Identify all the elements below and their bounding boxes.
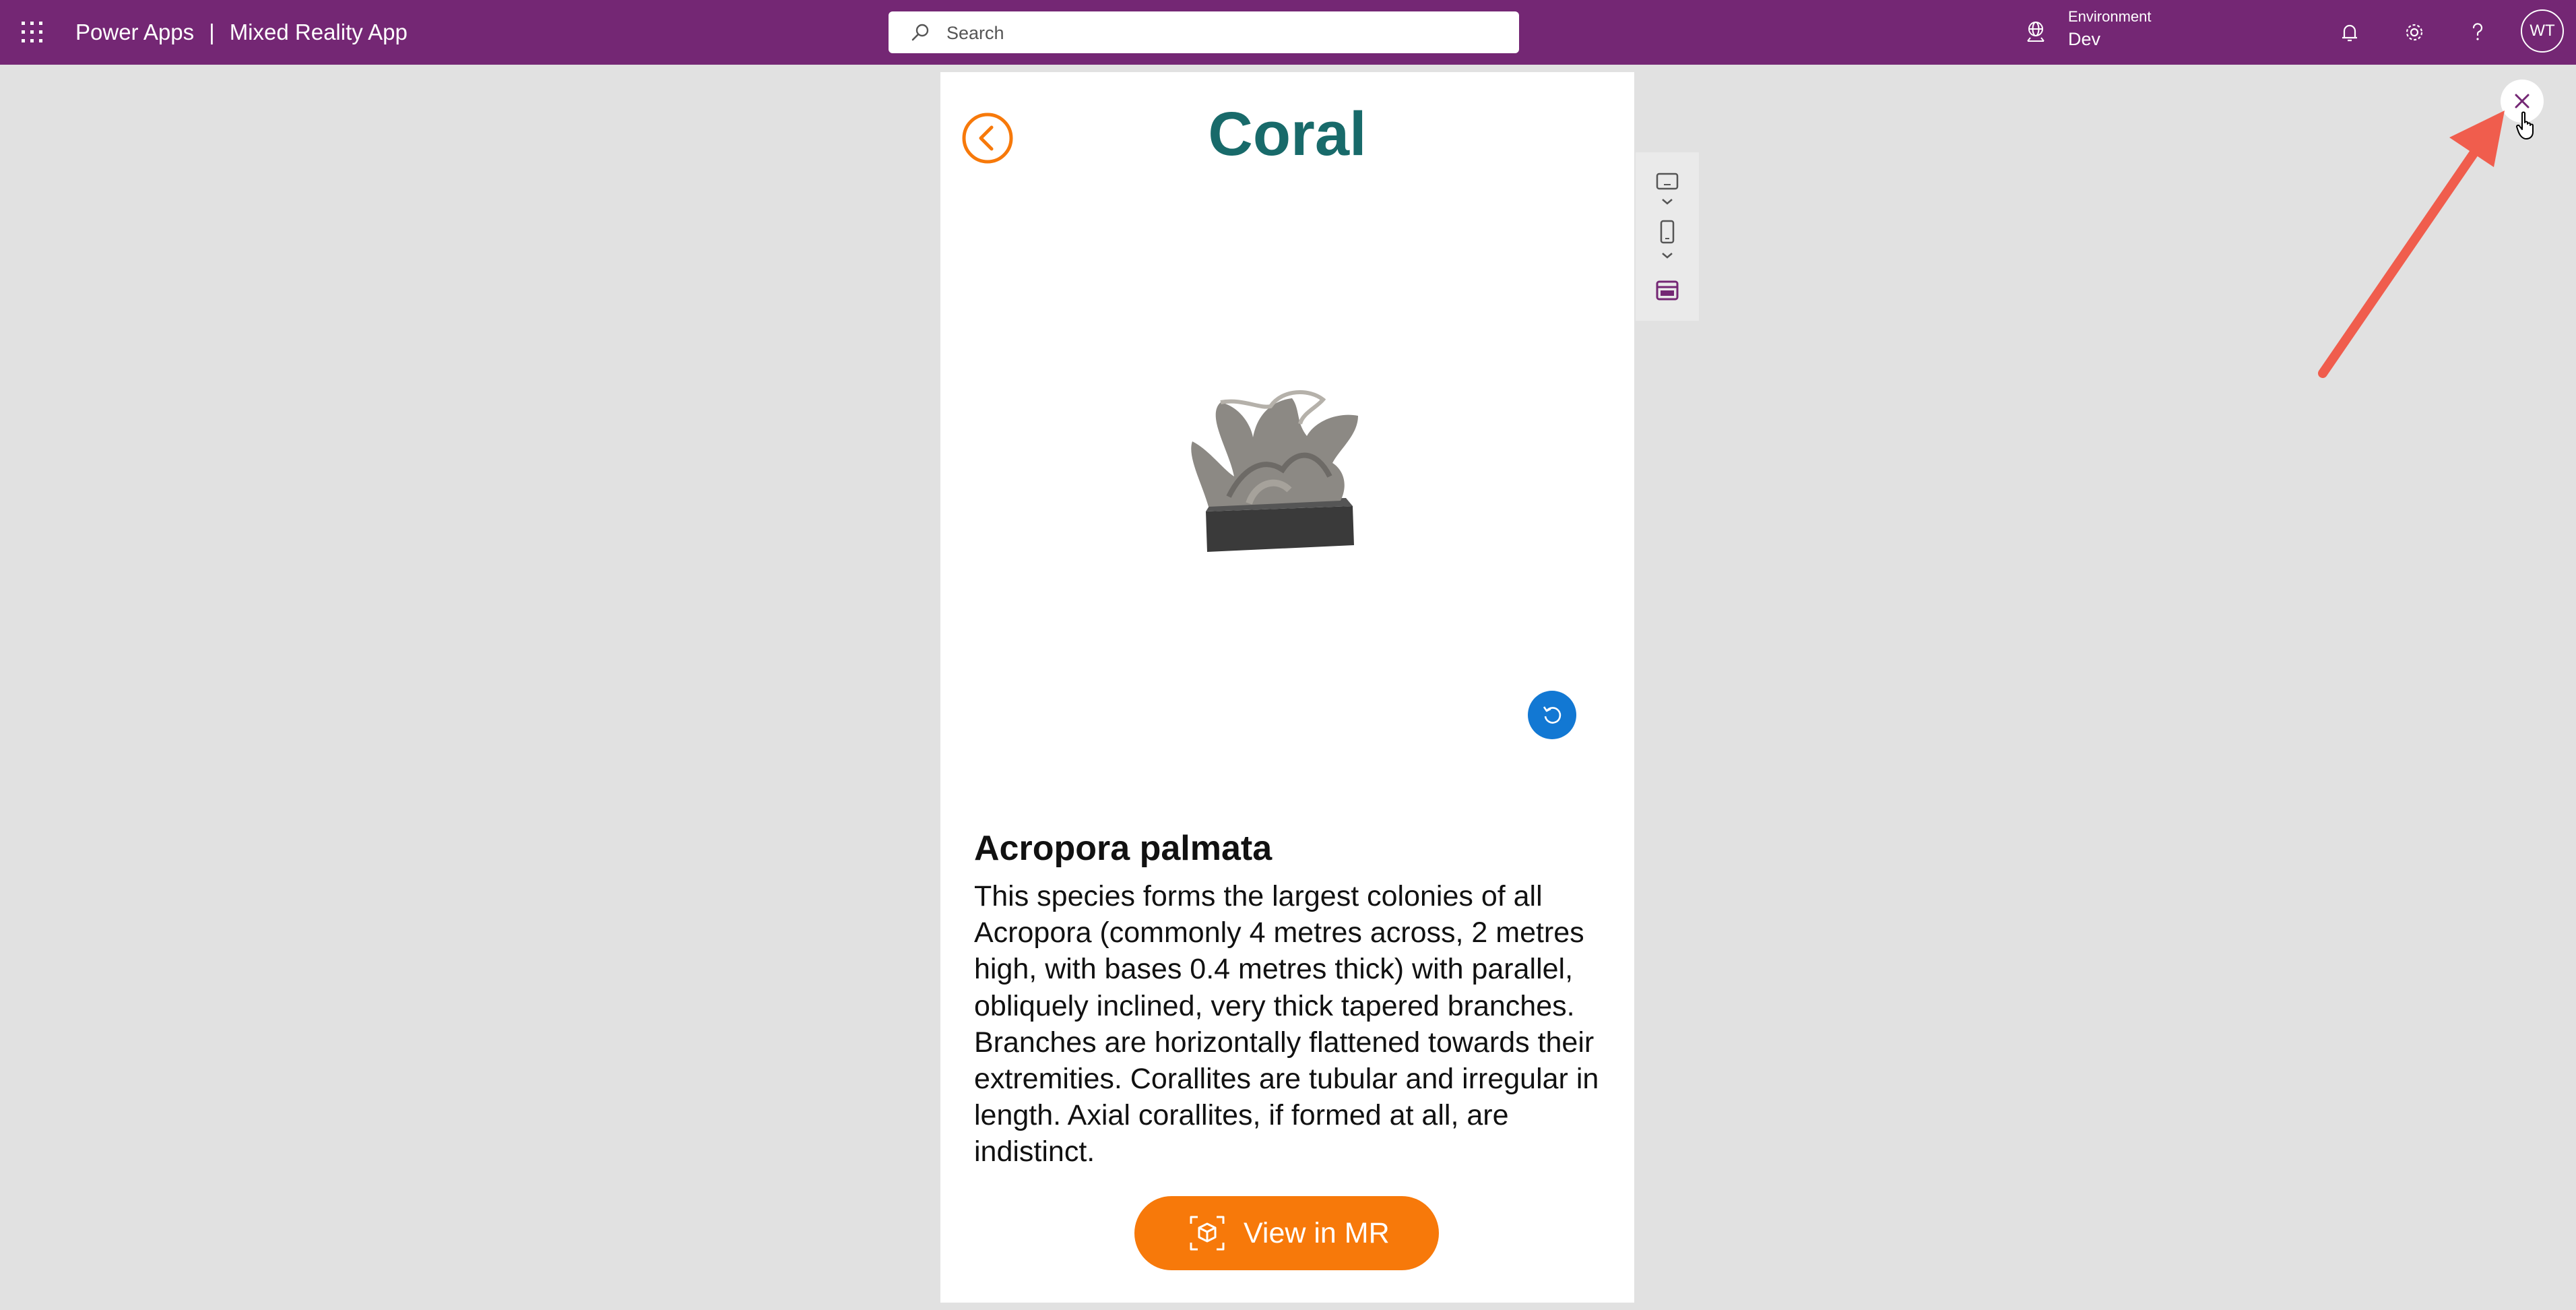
view-in-mr-label: View in MR (1244, 1217, 1390, 1249)
app-screen: Coral Acropora palmata This species form… (940, 72, 1634, 1303)
page-title: Coral (1208, 100, 1367, 168)
search-input[interactable] (945, 11, 1500, 55)
app-launcher-icon[interactable] (19, 19, 46, 46)
app-breadcrumb: Power Apps | Mixed Reality App (75, 0, 408, 65)
pointer-cursor-icon (2516, 111, 2534, 139)
species-name: Acropora palmata (974, 829, 1273, 868)
device-preview-panel (1636, 152, 1699, 321)
environment-picker[interactable]: Environment Dev (2068, 7, 2152, 51)
bell-icon[interactable] (2335, 18, 2364, 47)
web-layout-icon[interactable] (1652, 276, 1683, 307)
close-icon (2515, 94, 2530, 108)
user-avatar[interactable]: WT (2521, 9, 2564, 53)
top-bar: Power Apps | Mixed Reality App Environment… (0, 0, 2576, 65)
coral-3d-model[interactable] (1182, 369, 1384, 578)
environment-label: Environment (2068, 8, 2152, 25)
app-title: Mixed Reality App (229, 20, 408, 44)
breadcrumb-separator: | (209, 20, 215, 44)
search-icon (911, 24, 929, 41)
mixed-reality-cube-icon (1190, 1216, 1225, 1251)
gear-icon[interactable] (2400, 18, 2429, 47)
environment-globe-icon (2027, 22, 2044, 42)
product-name[interactable]: Power Apps (75, 20, 194, 44)
reset-view-button[interactable] (1528, 691, 1576, 739)
phone-layout-icon[interactable] (1652, 218, 1683, 266)
reset-view-icon (1543, 706, 1561, 724)
environment-value: Dev (2068, 29, 2101, 49)
search-box[interactable] (889, 11, 1519, 55)
species-description: This species forms the largest colonies … (974, 880, 1599, 1168)
question-icon[interactable] (2463, 18, 2492, 47)
tablet-layout-icon[interactable] (1652, 170, 1683, 210)
view-in-mr-button[interactable]: View in MR (1134, 1196, 1439, 1270)
